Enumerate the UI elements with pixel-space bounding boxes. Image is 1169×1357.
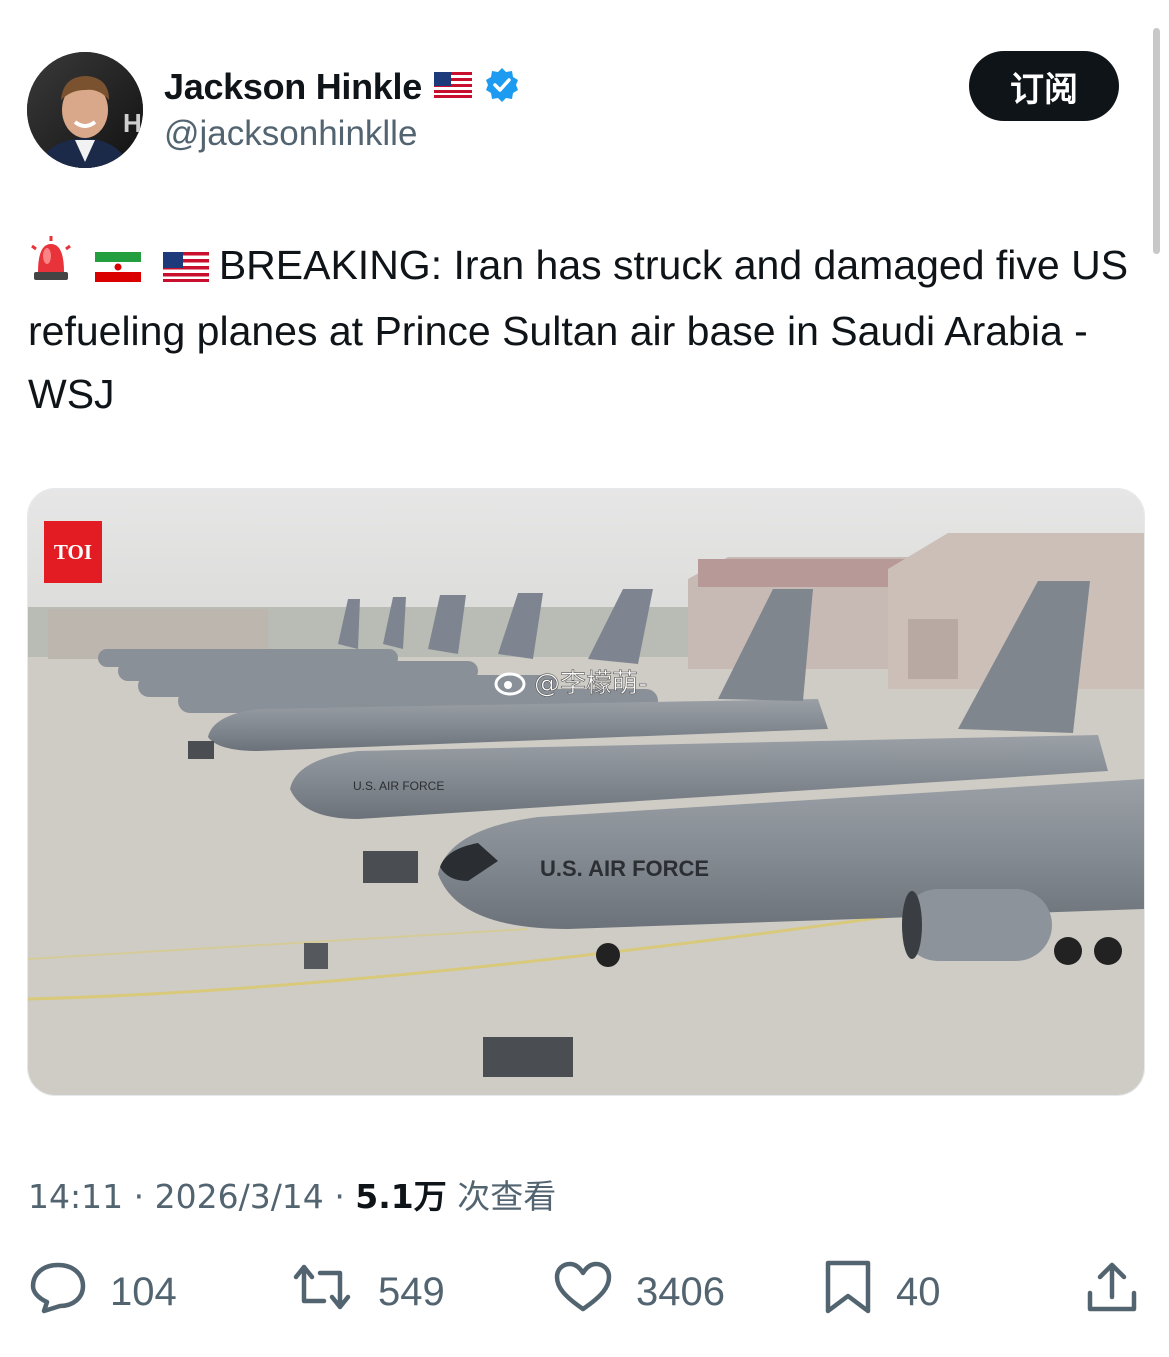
bookmark-button[interactable]: 40 <box>822 1260 941 1322</box>
iran-flag-icon <box>95 237 142 300</box>
author-name-row[interactable]: Jackson Hinkle <box>164 62 520 112</box>
share-button[interactable] <box>1084 1262 1140 1322</box>
author-name[interactable]: Jackson Hinkle <box>164 66 422 108</box>
toi-logo-icon: TOI <box>44 521 102 583</box>
view-count: 5.1万 <box>355 1177 447 1216</box>
toi-badge-label: TOI <box>54 540 92 564</box>
aircraft-marking-2: U.S. AIR FORCE <box>353 779 444 793</box>
us-flag-icon <box>433 71 472 103</box>
tweet-time[interactable]: 14:11 <box>28 1177 123 1216</box>
avatar-image: HB <box>27 52 143 168</box>
repost-button[interactable]: 549 <box>288 1262 445 1322</box>
author-handle[interactable]: @jacksonhinklle <box>164 114 417 154</box>
separator-dot: · <box>334 1177 356 1216</box>
verified-badge-icon[interactable] <box>484 67 520 108</box>
bookmark-icon <box>822 1258 874 1326</box>
reply-icon <box>28 1259 88 1325</box>
heart-icon <box>552 1259 614 1325</box>
tweet-media-image[interactable]: U.S. AIR FORCE U.S. AIR FORCE TOI @李檬萌- <box>27 488 1145 1096</box>
bookmark-count: 40 <box>896 1269 941 1314</box>
separator-dot: · <box>133 1177 155 1216</box>
us-flag-icon <box>162 237 209 300</box>
tweet-action-bar: 104 549 3406 40 <box>0 1259 1169 1325</box>
view-count-label: 次查看 <box>457 1177 557 1216</box>
reply-count: 104 <box>110 1269 177 1314</box>
repost-icon <box>288 1259 356 1325</box>
scrollbar[interactable] <box>1153 28 1160 254</box>
share-icon <box>1084 1259 1140 1325</box>
tweet-metadata: 14:11 · 2026/3/14 · 5.1万 次查看 <box>28 1170 556 1218</box>
aircraft-marking-front: U.S. AIR FORCE <box>540 856 709 881</box>
police-light-icon <box>28 236 74 300</box>
like-count: 3406 <box>636 1269 725 1314</box>
avatar-letters: HB <box>123 108 143 138</box>
weibo-watermark: @李檬萌- <box>534 669 647 699</box>
avatar[interactable]: HB <box>27 52 143 168</box>
tweet-text: BREAKING: Iran has struck and damaged fi… <box>28 234 1138 426</box>
repost-count: 549 <box>378 1269 445 1314</box>
subscribe-button[interactable]: 订阅 <box>969 51 1119 121</box>
reply-button[interactable]: 104 <box>28 1262 177 1322</box>
tweet-date[interactable]: 2026/3/14 <box>155 1177 324 1216</box>
like-button[interactable]: 3406 <box>552 1259 725 1325</box>
